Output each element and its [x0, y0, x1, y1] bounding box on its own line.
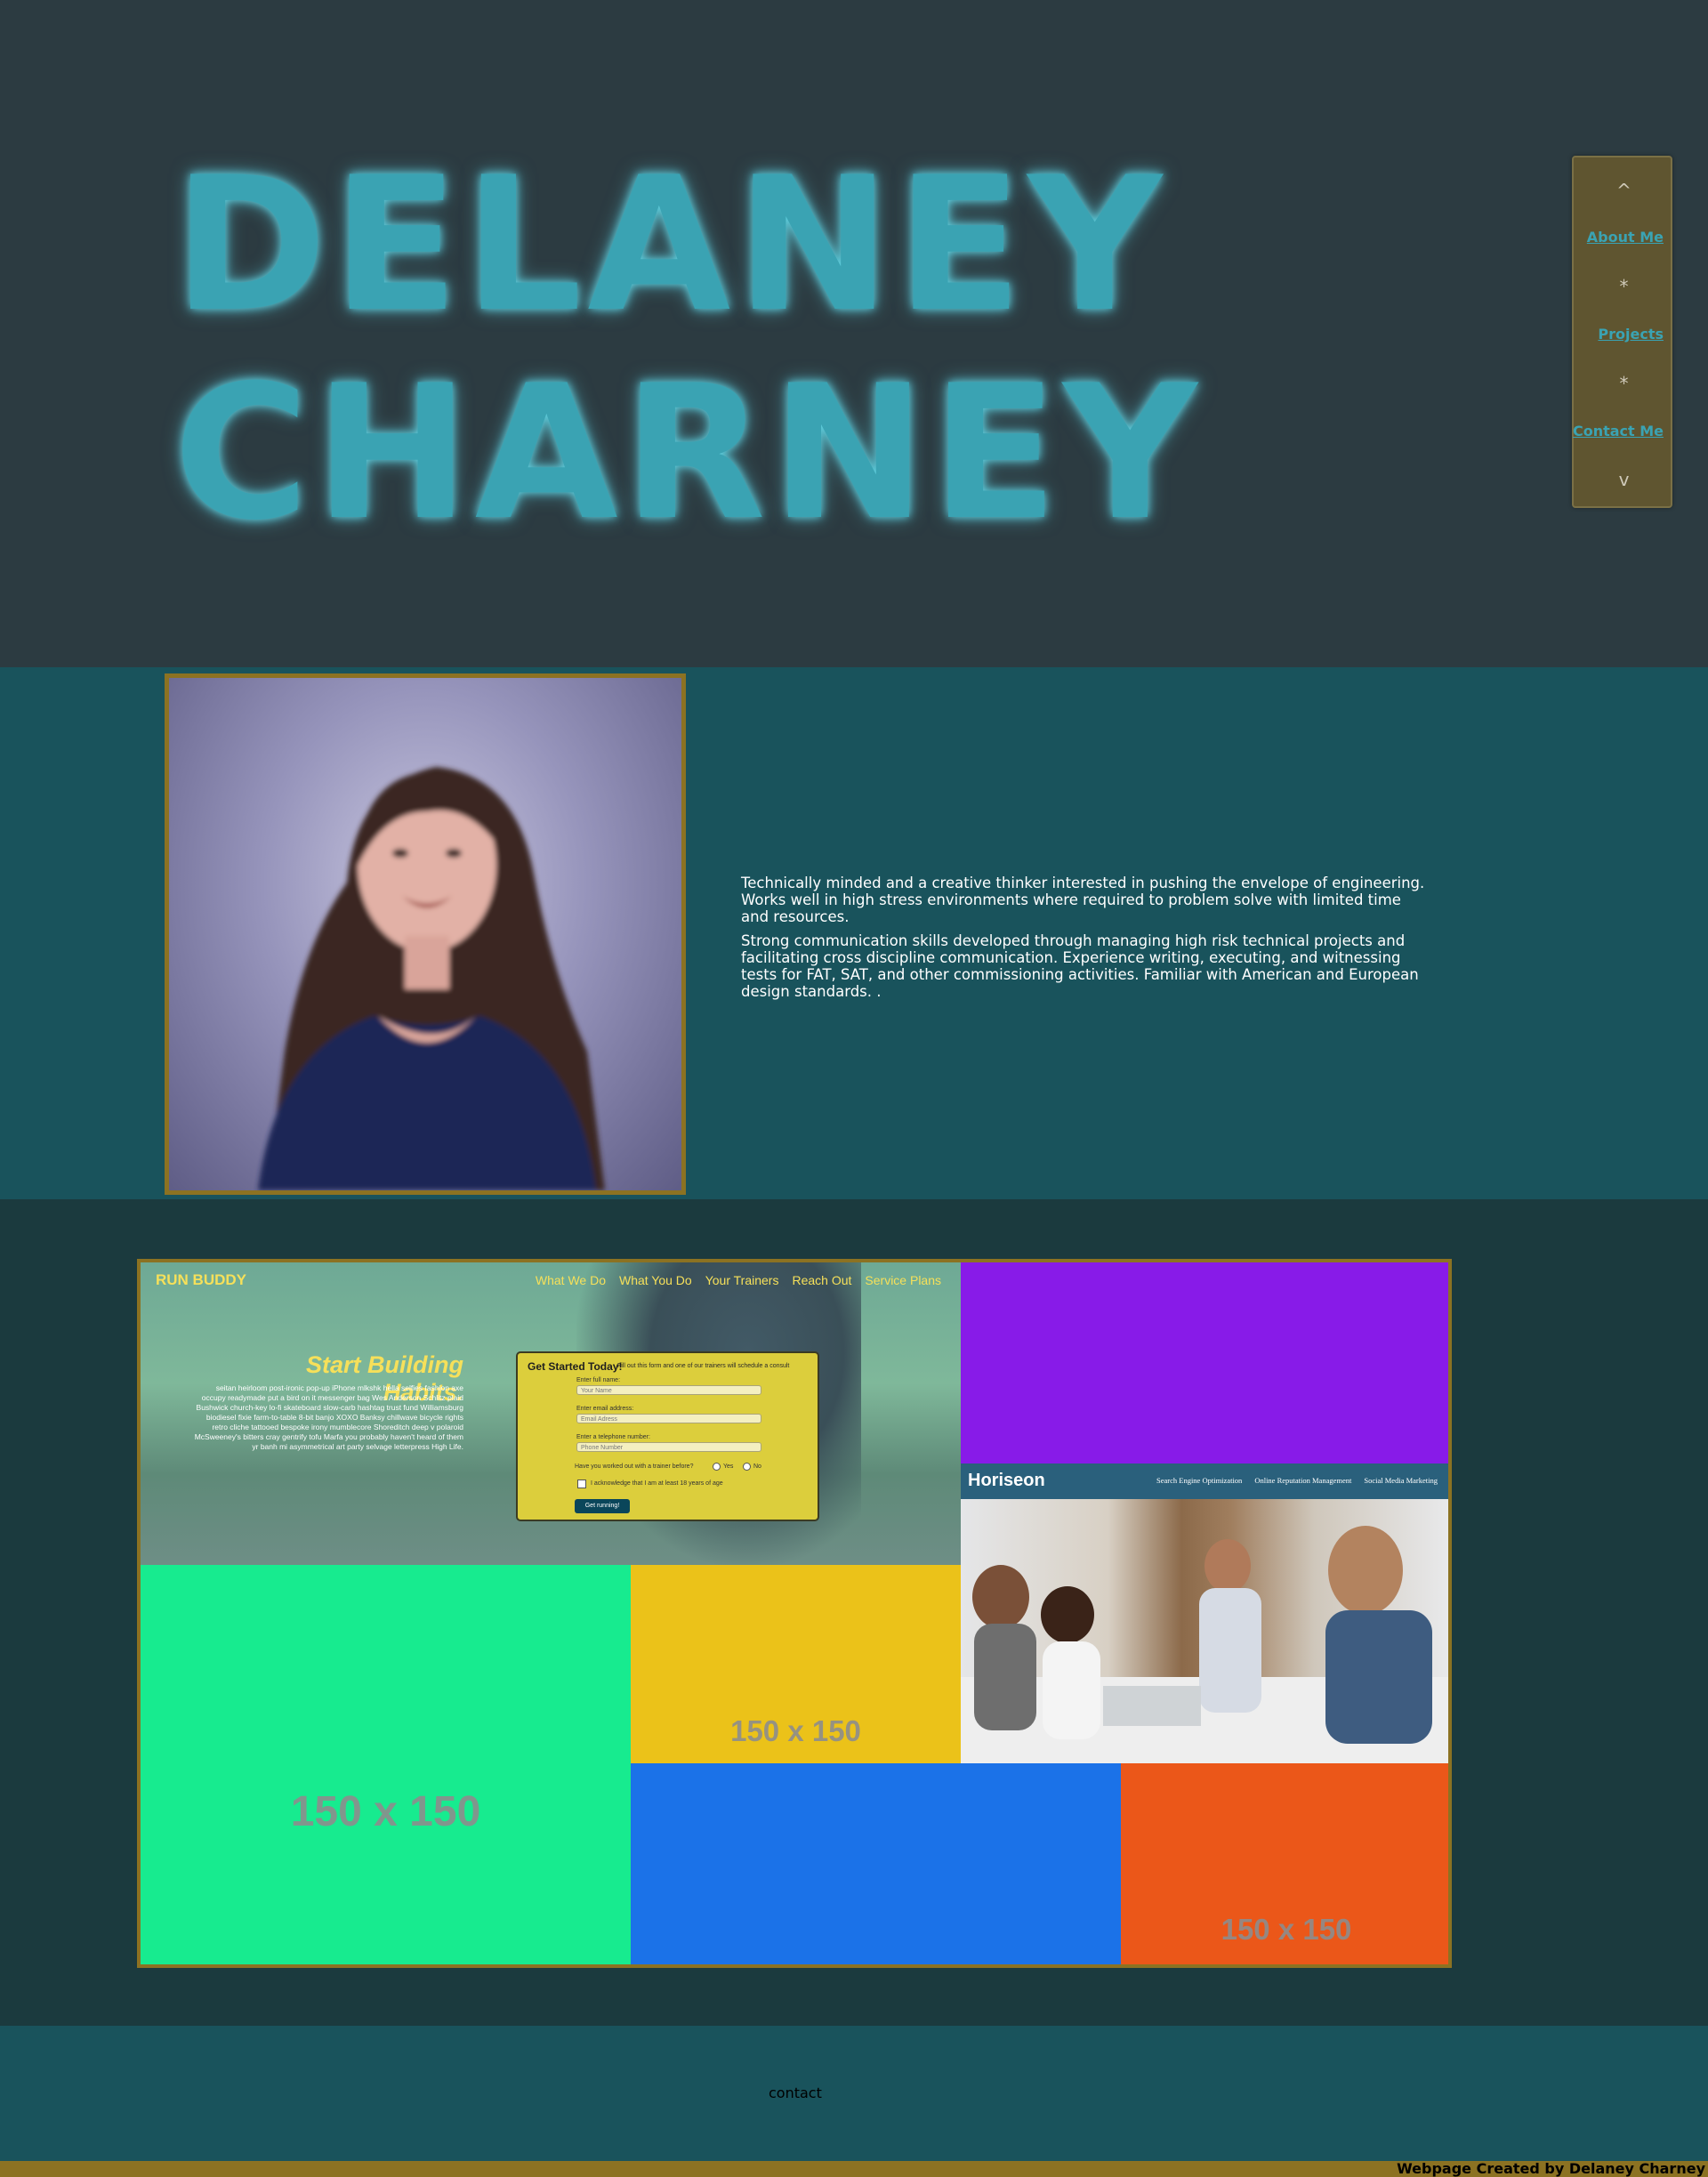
run-buddy-nav-item: What We Do	[535, 1273, 606, 1287]
side-nav: ^ About Me * Projects * Contact Me v	[1572, 156, 1672, 508]
placeholder-label: 150 x 150	[1221, 1913, 1352, 1946]
profile-photo	[165, 673, 686, 1195]
nav-up-arrow[interactable]: ^	[1574, 180, 1674, 201]
name-last: CHARNEY	[173, 346, 1203, 561]
team-illustration	[961, 1526, 1448, 1763]
run-buddy-logo: RUN BUDDY	[156, 1271, 246, 1288]
run-buddy-nav-item: Your Trainers	[705, 1273, 779, 1287]
nav-down-arrow[interactable]: v	[1574, 469, 1674, 490]
project-run-buddy[interactable]: RUN BUDDY What We Do What You Do Your Tr…	[141, 1262, 961, 1565]
form-title: Get Started Today!	[528, 1360, 623, 1373]
ack-label: I acknowledge that I am at least 18 year…	[591, 1480, 723, 1487]
portrait-image	[258, 767, 605, 1190]
form-subtitle: Fill out this form and one of our traine…	[617, 1363, 790, 1369]
contact-label: contact	[769, 2084, 822, 2101]
form-name-label: Enter full name:	[576, 1377, 621, 1383]
placeholder-label: 150 x 150	[290, 1788, 481, 1835]
radio-no-label: No	[753, 1463, 761, 1470]
form-phone-label: Enter a telephone number:	[576, 1434, 650, 1440]
run-buddy-nav-item: What You Do	[618, 1273, 692, 1287]
project-horiseon[interactable]: Horiseon Search Engine Optimization Onli…	[961, 1463, 1448, 1763]
project-tile-blue[interactable]	[631, 1763, 1121, 1964]
form-question: Have you worked out with a trainer befor…	[575, 1463, 694, 1470]
projects-grid: RUN BUDDY What We Do What You Do Your Tr…	[137, 1259, 1452, 1968]
nav-link-projects[interactable]: Projects	[1598, 326, 1664, 343]
bio-paragraph-1: Technically minded and a creative thinke…	[741, 875, 1425, 925]
radio-yes-label: Yes	[723, 1463, 734, 1470]
footer-credit: Webpage Created by Delaney Charney	[1397, 2160, 1705, 2177]
nav-link-contact-me[interactable]: Contact Me	[1573, 423, 1664, 439]
run-buddy-nav-item: Service Plans	[865, 1273, 941, 1287]
horiseon-logo: Horiseon	[968, 1471, 1045, 1490]
nav-separator: *	[1619, 276, 1629, 297]
nav-link-about-me[interactable]: About Me	[1587, 229, 1664, 246]
form-email-input: Email Adress	[576, 1414, 761, 1423]
horiseon-nav-item: Search Engine Optimization	[1156, 1476, 1243, 1485]
form-phone-input: Phone Number	[576, 1442, 761, 1452]
horiseon-team-photo	[961, 1499, 1448, 1763]
project-tile-purple[interactable]	[961, 1262, 1448, 1463]
run-buddy-nav: What We Do What You Do Your Trainers Rea…	[536, 1273, 941, 1287]
run-buddy-hero-text: seitan heirloom post-ironic pop-up iPhon…	[194, 1383, 463, 1451]
placeholder-label: 150 x 150	[730, 1714, 861, 1747]
bio-paragraph-2: Strong communication skills developed th…	[741, 932, 1419, 1000]
run-buddy-form: Get Started Today! Fill out this form an…	[516, 1351, 819, 1521]
form-email-label: Enter email address:	[576, 1406, 634, 1412]
name-first: DELANEY	[173, 138, 1168, 353]
project-tile-green[interactable]: 150 x 150	[141, 1565, 631, 1964]
project-tile-orange[interactable]: 150 x 150	[1121, 1763, 1448, 1964]
nav-separator: *	[1619, 373, 1629, 394]
horiseon-nav-item: Online Reputation Management	[1254, 1476, 1352, 1485]
form-submit-button: Get running!	[575, 1499, 630, 1513]
ack-checkbox	[577, 1480, 586, 1488]
radio-yes	[713, 1463, 721, 1471]
horiseon-nav: Search Engine Optimization Online Reputa…	[1156, 1476, 1438, 1485]
form-name-input: Your Name	[576, 1385, 761, 1395]
horiseon-nav-item: Social Media Marketing	[1364, 1476, 1438, 1485]
contact-section	[0, 2026, 1708, 2161]
run-buddy-nav-item: Reach Out	[792, 1273, 852, 1287]
project-tile-yellow[interactable]: 150 x 150	[631, 1565, 961, 1763]
radio-no	[743, 1463, 751, 1471]
